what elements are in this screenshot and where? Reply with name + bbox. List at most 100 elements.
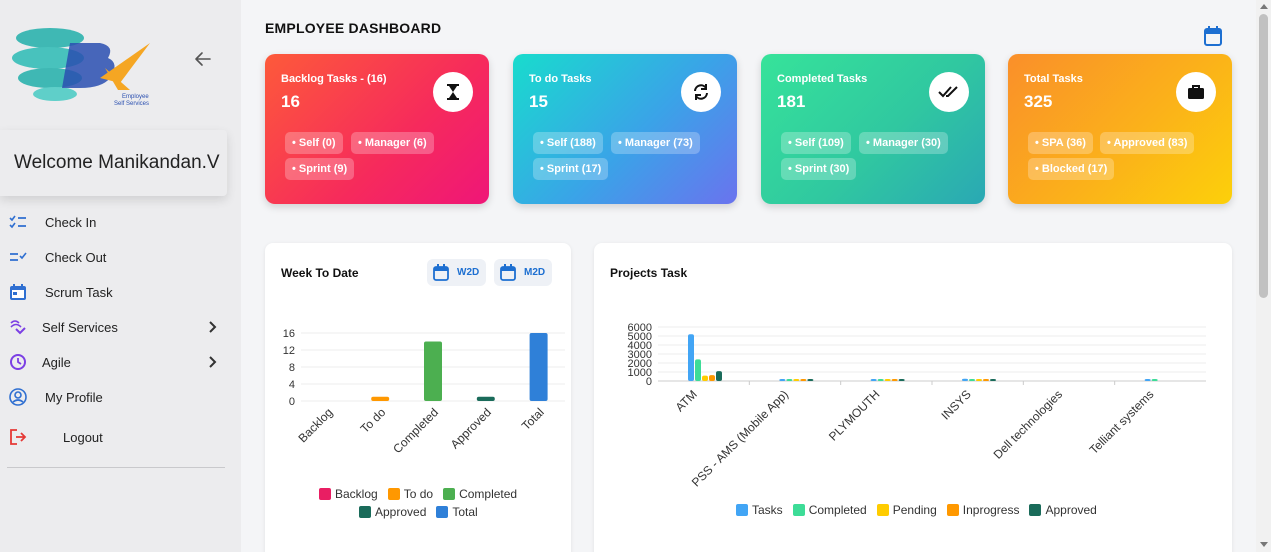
chip-self[interactable]: • Self (0) [285, 132, 343, 154]
legend-label: Pending [892, 503, 937, 517]
chip-sprint[interactable]: • Sprint (17) [533, 158, 609, 180]
x-tick-label: Total [519, 405, 547, 433]
sidebar-item-label: Logout [63, 430, 103, 445]
checkout-icon [8, 247, 28, 267]
legend-label: Inprogress [962, 503, 1020, 517]
sidebar-item-self-services[interactable]: Self Services [0, 312, 241, 342]
chip-approved[interactable]: • Approved (83) [1100, 132, 1195, 154]
self-service-icon [8, 317, 28, 337]
x-tick-label: Telliant systems [1087, 387, 1157, 457]
projects-chart-legend: Tasks Completed Pending Inprogress Appro… [736, 503, 1107, 517]
x-tick-label: Completed [390, 405, 441, 456]
chart-bar-pending [976, 379, 982, 381]
sidebar-item-logout[interactable]: Logout [0, 422, 241, 452]
chip-spa[interactable]: • SPA (36) [1028, 132, 1093, 154]
projects-task-panel: Projects Task 0 1000 2000 3000 4000 5000 6000 A… [594, 243, 1232, 552]
sidebar-item-label: Agile [42, 355, 71, 370]
sidebar-item-my-profile[interactable]: My Profile [0, 382, 241, 412]
legend-item-completed[interactable]: Completed [443, 487, 517, 501]
sidebar-item-agile[interactable]: Agile [0, 347, 241, 377]
week-chart-legend: Backlog To do Completed Approved Total [319, 487, 559, 519]
checklist-icon [8, 212, 28, 232]
panel-title: Week To Date [281, 266, 359, 280]
y-tick-label: 12 [283, 345, 295, 357]
chip-sprint[interactable]: • Sprint (9) [285, 158, 355, 180]
collapse-sidebar-button[interactable] [190, 46, 216, 72]
card-value: 325 [1024, 92, 1053, 111]
legend-item-approved[interactable]: Approved [1029, 503, 1097, 517]
chart-bar-completed [786, 379, 793, 381]
w2d-button[interactable]: W2D [427, 259, 487, 286]
m2d-button[interactable]: M2D [494, 259, 553, 286]
chart-bar-approved [990, 379, 996, 381]
legend-item-total[interactable]: Total [436, 505, 478, 519]
date-picker-button[interactable] [1203, 25, 1223, 52]
x-tick-label: Dell technologies [991, 387, 1066, 462]
legend-item-pending[interactable]: Pending [876, 503, 937, 517]
total-tasks-card[interactable]: Total Tasks 325 • SPA (36) • Approved (8… [1008, 54, 1232, 204]
legend-item-completed[interactable]: Completed [792, 503, 867, 517]
chart-bar-total [529, 333, 548, 401]
legend-swatch [876, 504, 889, 516]
company-logo: Employee Self Services [10, 8, 150, 112]
page-scrollbar[interactable] [1256, 0, 1271, 552]
legend-label: Backlog [335, 487, 378, 501]
briefcase-icon [1176, 72, 1216, 112]
y-tick-label: 0 [289, 396, 295, 408]
scroll-down-arrow[interactable] [1260, 542, 1268, 547]
x-tick-label: PLYMOUTH [826, 387, 882, 443]
chart-bar-tasks [779, 379, 786, 381]
legend-swatch [436, 506, 449, 518]
welcome-message: Welcome Manikandan.V [0, 130, 227, 196]
card-title: To do Tasks [529, 73, 592, 85]
chart-bar-pending [884, 379, 891, 381]
sidebar-item-scrum-task[interactable]: Scrum Task [0, 277, 241, 307]
chevron-right-icon [207, 354, 219, 375]
todo-tasks-card[interactable]: To do Tasks 15 • Self (188) • Manager (7… [513, 54, 737, 204]
chip-manager[interactable]: • Manager (73) [611, 132, 700, 154]
legend-swatch [736, 504, 748, 516]
chart-bar-inprogress [983, 379, 989, 381]
chart-bar-tasks [688, 334, 694, 381]
y-tick-label: 8 [289, 362, 295, 374]
chip-manager[interactable]: • Manager (6) [351, 132, 434, 154]
chart-bar-inprogress [709, 375, 715, 381]
sidebar-item-label: Check In [45, 215, 97, 230]
panel-title: Projects Task [610, 266, 688, 280]
legend-item-backlog[interactable]: Backlog [319, 487, 378, 501]
agile-icon [8, 352, 28, 372]
legend-label: Approved [1045, 503, 1097, 517]
legend-item-approved[interactable]: Approved [359, 505, 426, 519]
sidebar-item-label: My Profile [45, 390, 103, 405]
y-tick-label: 16 [283, 328, 295, 340]
backlog-tasks-card[interactable]: Backlog Tasks - (16) 16 • Self (0) • Man… [265, 54, 489, 204]
legend-swatch [792, 504, 805, 516]
chart-bar-approved [476, 396, 495, 401]
chip-self[interactable]: • Self (188) [533, 132, 603, 154]
card-title: Total Tasks [1024, 73, 1083, 85]
page-title: EMPLOYEE DASHBOARD [265, 20, 442, 36]
chip-manager[interactable]: • Manager (30) [859, 132, 948, 154]
legend-item-inprogress[interactable]: Inprogress [946, 503, 1020, 517]
chart-bar-completed [1151, 379, 1158, 381]
scroll-up-arrow[interactable] [1260, 4, 1268, 9]
legend-item-todo[interactable]: To do [387, 487, 433, 501]
legend-label: Total [452, 505, 478, 519]
legend-swatch [443, 488, 456, 500]
hourglass-icon [433, 72, 473, 112]
sidebar-item-check-out[interactable]: Check Out [0, 242, 241, 272]
refresh-icon [681, 72, 721, 112]
chart-bar-inprogress [800, 379, 807, 381]
chart-bar-pending [702, 375, 708, 381]
chevron-right-icon [207, 319, 219, 340]
completed-tasks-card[interactable]: Completed Tasks 181 • Self (109) • Manag… [761, 54, 985, 204]
chart-bar-approved [807, 379, 814, 381]
scrollbar-thumb[interactable] [1259, 14, 1268, 298]
chip-sprint[interactable]: • Sprint (30) [781, 158, 857, 180]
chip-self[interactable]: • Self (109) [781, 132, 851, 154]
sidebar-item-check-in[interactable]: Check In [0, 207, 241, 237]
legend-item-tasks[interactable]: Tasks [736, 503, 783, 517]
card-value: 16 [281, 92, 300, 111]
calendar-icon [433, 264, 449, 281]
chip-blocked[interactable]: • Blocked (17) [1028, 158, 1115, 180]
